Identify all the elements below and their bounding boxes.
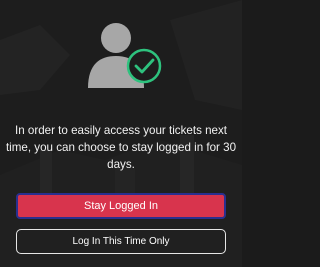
user-check-icon [88, 23, 162, 88]
login-choice-screen: In order to easily access your tickets n… [0, 0, 242, 267]
stay-logged-in-dialog: In order to easily access your tickets n… [0, 0, 242, 267]
log-in-this-time-only-button[interactable]: Log In This Time Only [16, 229, 226, 254]
stay-logged-in-button[interactable]: Stay Logged In [16, 193, 226, 219]
stay-logged-in-message: In order to easily access your tickets n… [5, 124, 237, 171]
